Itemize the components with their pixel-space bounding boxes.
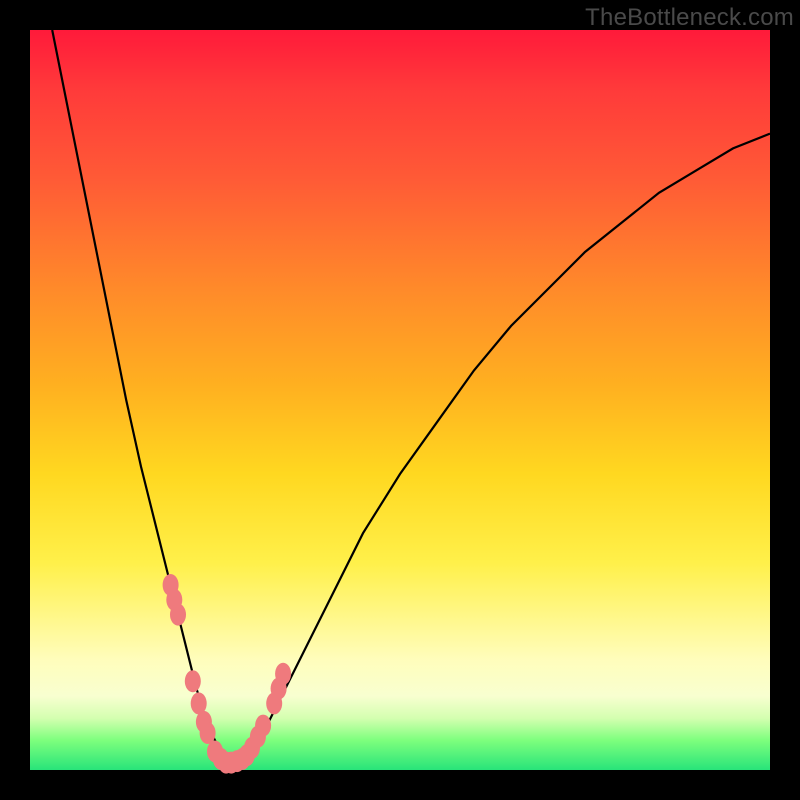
chart-frame: TheBottleneck.com [0, 0, 800, 800]
curve-marker [255, 715, 271, 737]
curve-marker [275, 663, 291, 685]
curve-markers [163, 574, 292, 774]
bottleneck-curve [52, 30, 770, 763]
plot-area [30, 30, 770, 770]
watermark-text: TheBottleneck.com [585, 4, 794, 32]
curve-svg [30, 30, 770, 770]
curve-marker [200, 722, 216, 744]
curve-marker [170, 604, 186, 626]
curve-marker [185, 670, 201, 692]
